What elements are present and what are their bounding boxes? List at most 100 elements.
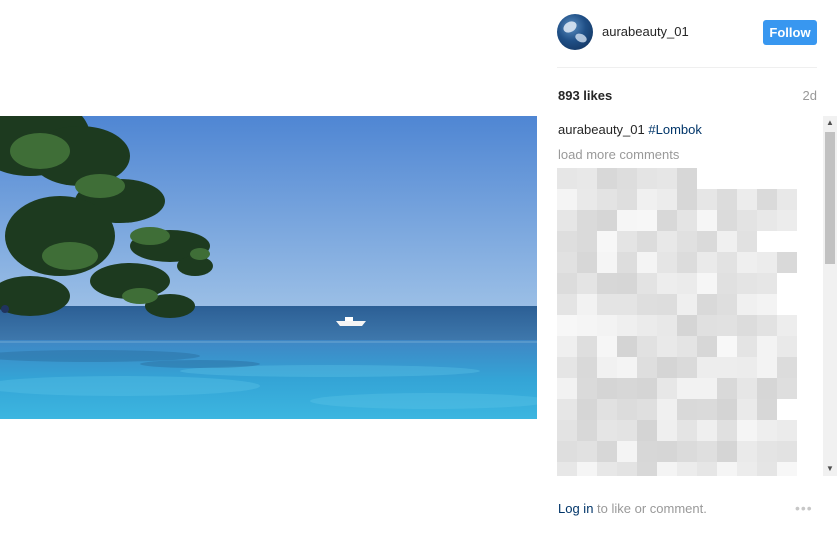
mosaic-cell bbox=[717, 399, 737, 420]
mosaic-cell bbox=[617, 441, 637, 462]
mosaic-cell bbox=[617, 168, 637, 189]
mosaic-cell bbox=[617, 357, 637, 378]
mosaic-cell bbox=[737, 210, 757, 231]
mosaic-cell bbox=[617, 378, 637, 399]
mosaic-cell bbox=[717, 357, 737, 378]
mosaic-cell bbox=[737, 399, 757, 420]
mosaic-cell bbox=[677, 462, 697, 476]
mosaic-cell bbox=[697, 462, 717, 476]
mosaic-cell bbox=[677, 231, 697, 252]
caption-hashtag[interactable]: #Lombok bbox=[648, 122, 701, 137]
mosaic-cell bbox=[677, 357, 697, 378]
mosaic-cell bbox=[717, 462, 737, 476]
mosaic-cell bbox=[557, 336, 577, 357]
mosaic-cell bbox=[657, 252, 677, 273]
mosaic-cell bbox=[617, 462, 637, 476]
mosaic-cell bbox=[757, 357, 777, 378]
scroll-down-icon[interactable]: ▼ bbox=[823, 462, 837, 476]
post-details-panel: aurabeauty_01 Follow 893 likes 2d aurabe… bbox=[537, 0, 837, 537]
login-suffix: to like or comment. bbox=[593, 501, 707, 516]
mosaic-cell bbox=[757, 273, 777, 294]
mosaic-cell bbox=[617, 294, 637, 315]
mosaic-cell bbox=[657, 210, 677, 231]
mosaic-cell bbox=[737, 462, 757, 476]
mosaic-cell bbox=[657, 231, 677, 252]
mosaic-cell bbox=[697, 231, 717, 252]
mosaic-cell bbox=[637, 168, 657, 189]
mosaic-cell bbox=[697, 273, 717, 294]
mosaic-cell bbox=[657, 336, 677, 357]
mosaic-cell bbox=[597, 399, 617, 420]
login-link[interactable]: Log in bbox=[558, 501, 593, 516]
mosaic-cell bbox=[557, 315, 577, 336]
load-more-comments-link[interactable]: load more comments bbox=[558, 147, 679, 162]
mosaic-cell bbox=[757, 399, 777, 420]
mosaic-cell bbox=[657, 189, 677, 210]
mosaic-cell bbox=[657, 294, 677, 315]
mosaic-cell bbox=[577, 210, 597, 231]
mosaic-cell bbox=[577, 399, 597, 420]
mosaic-cell bbox=[757, 252, 777, 273]
mosaic-cell bbox=[697, 189, 717, 210]
scroll-up-icon[interactable]: ▲ bbox=[823, 116, 837, 130]
mosaic-cell bbox=[757, 210, 777, 231]
mosaic-cell bbox=[777, 210, 797, 231]
comments-scrollbar[interactable]: ▲ ▼ bbox=[823, 116, 837, 476]
post-photo[interactable] bbox=[0, 116, 537, 419]
post-age[interactable]: 2d bbox=[803, 88, 817, 103]
mosaic-cell bbox=[697, 441, 717, 462]
likes-count[interactable]: 893 likes bbox=[558, 88, 612, 103]
mosaic-cell bbox=[737, 189, 757, 210]
mosaic-cell bbox=[637, 252, 657, 273]
avatar[interactable] bbox=[557, 14, 593, 50]
mosaic-cell bbox=[777, 315, 797, 336]
mosaic-cell bbox=[617, 189, 637, 210]
mosaic-cell bbox=[717, 231, 737, 252]
mosaic-cell bbox=[777, 357, 797, 378]
mosaic-cell bbox=[717, 252, 737, 273]
mosaic-cell bbox=[637, 378, 657, 399]
mosaic-cell bbox=[557, 294, 577, 315]
mosaic-cell bbox=[597, 273, 617, 294]
login-prompt: Log in to like or comment. bbox=[558, 501, 707, 516]
mosaic-cell bbox=[737, 294, 757, 315]
mosaic-cell bbox=[717, 315, 737, 336]
mosaic-cell bbox=[597, 462, 617, 476]
mosaic-cell bbox=[577, 231, 597, 252]
mosaic-cell bbox=[577, 420, 597, 441]
mosaic-cell bbox=[677, 189, 697, 210]
mosaic-cell bbox=[757, 441, 777, 462]
mosaic-cell bbox=[677, 420, 697, 441]
mosaic-cell bbox=[637, 294, 657, 315]
follow-button[interactable]: Follow bbox=[763, 20, 817, 45]
mosaic-cell bbox=[737, 336, 757, 357]
mosaic-cell bbox=[737, 357, 757, 378]
mosaic-cell bbox=[617, 252, 637, 273]
mosaic-cell bbox=[697, 378, 717, 399]
caption-author[interactable]: aurabeauty_01 bbox=[558, 122, 645, 137]
mosaic-cell bbox=[737, 441, 757, 462]
mosaic-cell bbox=[637, 210, 657, 231]
photo-image bbox=[0, 116, 537, 419]
mosaic-cell bbox=[757, 315, 777, 336]
mosaic-cell bbox=[677, 210, 697, 231]
mosaic-cell bbox=[557, 399, 577, 420]
mosaic-cell bbox=[577, 336, 597, 357]
mosaic-cell bbox=[737, 315, 757, 336]
mosaic-cell bbox=[697, 399, 717, 420]
mosaic-cell bbox=[557, 273, 577, 294]
mosaic-cell bbox=[577, 189, 597, 210]
scrollbar-thumb[interactable] bbox=[825, 132, 835, 264]
mosaic-cell bbox=[737, 252, 757, 273]
mosaic-cell bbox=[637, 462, 657, 476]
mosaic-cell bbox=[637, 441, 657, 462]
mosaic-cell bbox=[657, 168, 677, 189]
mosaic-cell bbox=[577, 378, 597, 399]
mosaic-cell bbox=[657, 378, 677, 399]
mosaic-cell bbox=[737, 231, 757, 252]
mosaic-cell bbox=[717, 210, 737, 231]
mosaic-cell bbox=[677, 378, 697, 399]
more-options-icon[interactable]: ••• bbox=[795, 500, 813, 516]
mosaic-cell bbox=[697, 420, 717, 441]
username-link[interactable]: aurabeauty_01 bbox=[602, 24, 689, 39]
